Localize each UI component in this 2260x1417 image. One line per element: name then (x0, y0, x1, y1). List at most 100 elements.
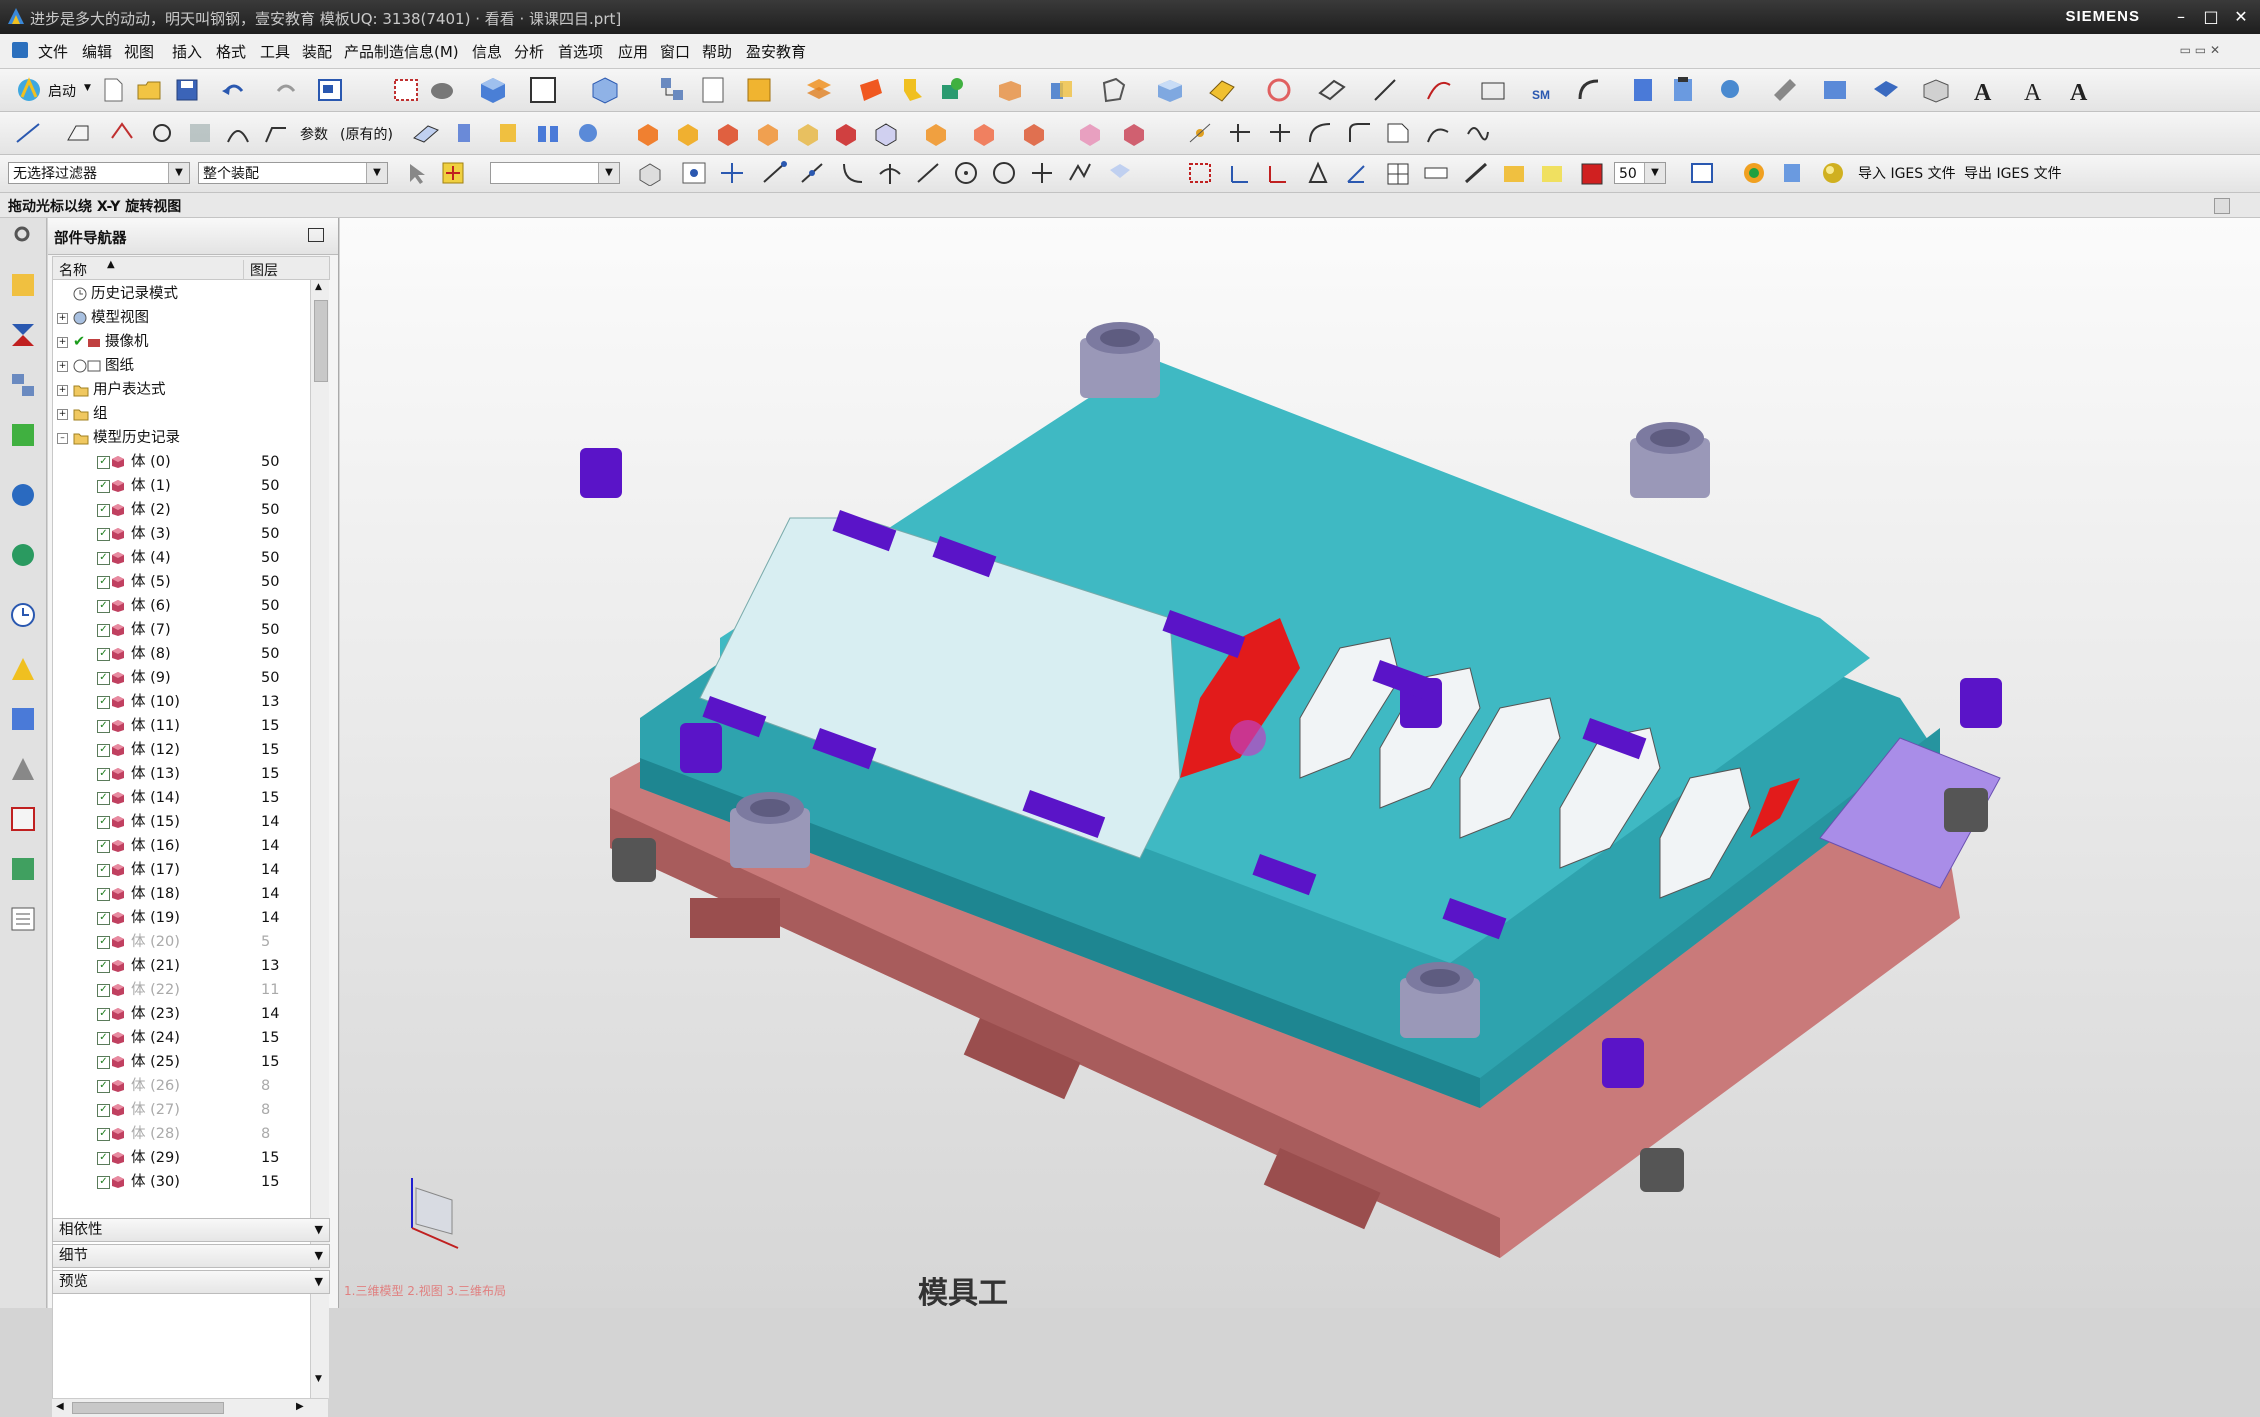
history-icon[interactable] (8, 600, 38, 630)
layer-settings-icon[interactable] (1384, 160, 1412, 186)
tree-item-cameras[interactable]: + ✔ 摄像机 (53, 330, 311, 354)
visibility-checkbox[interactable]: ✓ (97, 720, 110, 733)
snap-point-icon[interactable] (440, 160, 466, 186)
intersect-icon[interactable] (714, 120, 742, 146)
visibility-checkbox[interactable]: ✓ (97, 1152, 110, 1165)
point-on-curve-icon[interactable] (1028, 160, 1056, 186)
wcs-icon[interactable] (1226, 160, 1254, 186)
analysis-icon[interactable] (1716, 75, 1746, 105)
save-icon[interactable] (174, 77, 200, 103)
corner-icon[interactable] (1346, 120, 1374, 146)
assembly-scope-select[interactable]: 整个装配 ▼ (198, 162, 388, 184)
menu-view[interactable]: 视图 (124, 41, 154, 62)
web-browser-icon[interactable] (8, 540, 38, 570)
visibility-checkbox[interactable]: ✓ (97, 744, 110, 757)
table-row[interactable]: ✓ 体 (15) 14 (53, 810, 311, 834)
menu-tools[interactable]: 工具 (260, 41, 290, 62)
table-row[interactable]: ✓ 体 (12) 15 (53, 738, 311, 762)
fillet-curve-icon[interactable] (1306, 120, 1334, 146)
column-name[interactable]: 名称 (59, 260, 87, 280)
scroll-left-icon[interactable]: ◀ (56, 1401, 64, 1412)
visibility-checkbox[interactable]: ✓ (97, 840, 110, 853)
menu-window[interactable]: 窗口 (660, 41, 690, 62)
subtract-icon[interactable] (674, 120, 702, 146)
feature-add-icon[interactable] (936, 75, 966, 105)
bridge-curve-icon[interactable] (1424, 120, 1452, 146)
table-row[interactable]: ✓ 体 (30) 15 (53, 1170, 311, 1194)
orient-view-icon[interactable] (590, 75, 620, 105)
extrude-icon[interactable] (64, 120, 92, 146)
visibility-checkbox[interactable]: ✓ (97, 960, 110, 973)
visibility-checkbox[interactable]: ✓ (97, 480, 110, 493)
shell-icon[interactable] (1098, 75, 1128, 105)
die-model-3d[interactable] (340, 218, 2260, 1308)
table-row[interactable]: ✓ 体 (25) 15 (53, 1050, 311, 1074)
undo-icon[interactable] (220, 77, 248, 103)
hscroll-thumb[interactable] (72, 1402, 224, 1414)
measure-icon[interactable] (1628, 75, 1658, 105)
sheet-icon[interactable] (1384, 120, 1412, 146)
replace-face-icon[interactable] (922, 120, 950, 146)
hole-icon[interactable] (148, 120, 176, 146)
layers-icon[interactable] (804, 75, 834, 105)
rotate-icon[interactable] (1264, 75, 1294, 105)
visibility-checkbox[interactable]: ✓ (97, 600, 110, 613)
table-row[interactable]: ✓ 体 (2) 50 (53, 498, 311, 522)
start-dropdown-icon[interactable]: ▼ (84, 83, 91, 93)
tools-icon[interactable] (1770, 75, 1800, 105)
visibility-checkbox[interactable]: ✓ (97, 792, 110, 805)
snap-grid-icon[interactable] (680, 160, 708, 186)
table-row[interactable]: ✓ 体 (19) 14 (53, 906, 311, 930)
pull-face-icon[interactable] (1120, 120, 1148, 146)
sketch-icon[interactable] (1478, 75, 1508, 105)
visibility-checkbox[interactable]: ✓ (97, 1128, 110, 1141)
menu-analysis[interactable]: 分析 (514, 41, 544, 62)
mid-point-icon[interactable] (798, 160, 826, 186)
visibility-checkbox[interactable]: ✓ (97, 984, 110, 997)
shaded-view-icon[interactable] (428, 77, 456, 103)
visibility-checkbox[interactable]: ✓ (97, 672, 110, 685)
menu-yingan-education[interactable]: 盈安教育 (746, 41, 806, 62)
assembly-navigator-icon[interactable] (658, 75, 688, 105)
chevron-down-icon[interactable]: ▼ (1644, 163, 1665, 183)
table-row[interactable]: ✓ 体 (7) 50 (53, 618, 311, 642)
table-row[interactable]: ✓ 体 (20) 5 (53, 930, 311, 954)
wcs-dynamic-icon[interactable] (1264, 160, 1292, 186)
orient-csys-icon[interactable] (1342, 160, 1370, 186)
chevron-down-icon[interactable]: ▼ (598, 163, 619, 183)
visibility-checkbox[interactable]: ✓ (97, 648, 110, 661)
move-face-icon[interactable] (872, 120, 900, 146)
role-icon[interactable] (8, 704, 38, 734)
status-toggle-icon[interactable] (2214, 198, 2230, 214)
redo-icon[interactable] (272, 77, 300, 103)
navigator-horizontal-scrollbar[interactable]: ◀ ▶ (52, 1398, 328, 1417)
fit-view-icon[interactable] (316, 77, 344, 103)
control-point-icon[interactable] (838, 160, 866, 186)
tree-item-user-expressions[interactable]: + 用户表达式 (53, 378, 311, 402)
panel-preview[interactable]: 预览 ▼ (52, 1270, 330, 1294)
part-navigator-icon[interactable] (8, 370, 38, 400)
visibility-checkbox[interactable]: ✓ (97, 1056, 110, 1069)
visibility-checkbox[interactable]: ✓ (97, 936, 110, 949)
menu-edit[interactable]: 编辑 (82, 41, 112, 62)
intersection-point-icon[interactable] (876, 160, 904, 186)
table-row[interactable]: ✓ 体 (18) 14 (53, 882, 311, 906)
split-body-icon[interactable] (794, 120, 822, 146)
datum-axis-icon[interactable] (450, 120, 478, 146)
maximize-panel-icon[interactable] (308, 228, 324, 242)
box-icon[interactable] (1154, 75, 1184, 105)
offset-icon[interactable] (574, 120, 602, 146)
spline-icon[interactable] (1464, 120, 1492, 146)
app-menu-icon[interactable] (12, 42, 28, 58)
tree-item-model-history[interactable]: – 模型历史记录 (53, 426, 311, 450)
table-row[interactable]: ✓ 体 (22) 11 (53, 978, 311, 1002)
shaded-face-icon[interactable] (1538, 160, 1566, 186)
menu-help[interactable]: 帮助 (702, 41, 732, 62)
chevron-down-icon[interactable]: ▼ (315, 1219, 323, 1241)
visibility-checkbox[interactable]: ✓ (97, 576, 110, 589)
table-row[interactable]: ✓ 体 (1) 50 (53, 474, 311, 498)
scroll-down-icon[interactable]: ▼ (315, 1374, 322, 1384)
visibility-checkbox[interactable]: ✓ (97, 552, 110, 565)
work-layer-select[interactable]: 50 ▼ (1614, 162, 1666, 184)
new-file-icon[interactable] (100, 77, 126, 103)
